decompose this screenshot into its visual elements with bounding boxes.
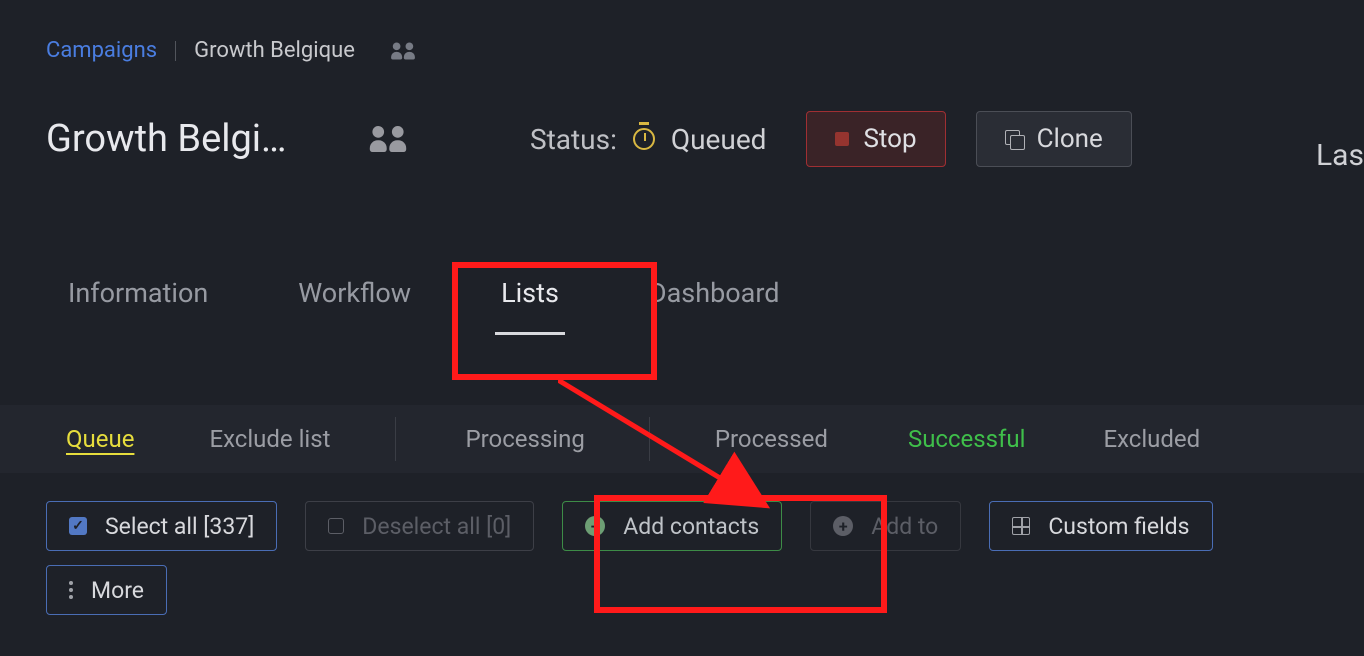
deselect-all-label: Deselect all [0] <box>362 513 511 540</box>
plus-circle-icon: + <box>585 516 605 536</box>
timer-icon <box>633 128 655 150</box>
deselect-all-button[interactable]: Deselect all [0] <box>305 501 534 551</box>
grid-icon <box>1012 517 1030 535</box>
subtab-exclude-list[interactable]: Exclude list <box>209 425 330 453</box>
subtab-excluded[interactable]: Excluded <box>1103 425 1200 453</box>
tab-dashboard[interactable]: Dashboard <box>649 277 780 333</box>
people-icon <box>391 42 415 59</box>
select-all-button[interactable]: ✓ Select all [337] <box>46 501 277 551</box>
stop-button[interactable]: Stop <box>806 111 945 167</box>
status-block: Status: Queued <box>530 123 766 156</box>
subtab-processing[interactable]: Processing <box>466 425 585 453</box>
breadcrumb-root-link[interactable]: Campaigns <box>46 38 157 63</box>
add-contacts-button[interactable]: + Add contacts <box>562 501 782 551</box>
page-title: Growth Belgi… <box>46 117 336 161</box>
custom-fields-button[interactable]: Custom fields <box>989 501 1212 551</box>
list-actions-row-2: More <box>0 551 1364 615</box>
add-contacts-label: Add contacts <box>623 513 759 540</box>
select-all-label: Select all [337] <box>105 513 254 540</box>
tab-workflow[interactable]: Workflow <box>298 277 411 333</box>
separator <box>649 417 650 461</box>
clone-button-label: Clone <box>1037 124 1103 154</box>
subtab-successful[interactable]: Successful <box>908 425 1026 453</box>
more-label: More <box>91 577 144 604</box>
subtab-processed[interactable]: Processed <box>715 425 828 453</box>
clone-button[interactable]: Clone <box>976 111 1132 167</box>
list-subtabs: Queue Exclude list Processing Processed … <box>0 405 1364 473</box>
status-value: Queued <box>671 123 767 156</box>
dots-vertical-icon <box>69 581 73 599</box>
separator <box>395 417 396 461</box>
add-to-label: Add to <box>871 513 938 540</box>
stop-button-label: Stop <box>863 124 916 154</box>
status-label: Status: <box>530 123 617 156</box>
subtab-queue[interactable]: Queue <box>66 425 134 453</box>
copy-icon <box>1005 130 1023 148</box>
last-activity-label: Last <box>1316 138 1364 173</box>
people-icon <box>370 126 406 152</box>
breadcrumb-current: Growth Belgique <box>194 38 355 63</box>
checkbox-empty-icon <box>328 518 344 534</box>
breadcrumb-separator <box>175 41 176 61</box>
add-to-button[interactable]: + Add to <box>810 501 961 551</box>
campaign-header: Growth Belgi… Status: Queued Stop Clone <box>0 63 1364 167</box>
custom-fields-label: Custom fields <box>1048 513 1189 540</box>
list-actions: ✓ Select all [337] Deselect all [0] + Ad… <box>0 473 1364 551</box>
plus-circle-icon: + <box>833 516 853 536</box>
primary-tabs: Information Workflow Lists Dashboard <box>0 167 1364 333</box>
checkbox-checked-icon: ✓ <box>69 517 87 535</box>
stop-icon <box>835 132 849 146</box>
tab-information[interactable]: Information <box>68 277 208 333</box>
tab-lists[interactable]: Lists <box>501 277 559 333</box>
breadcrumb: Campaigns Growth Belgique <box>0 0 1364 63</box>
more-button[interactable]: More <box>46 565 167 615</box>
